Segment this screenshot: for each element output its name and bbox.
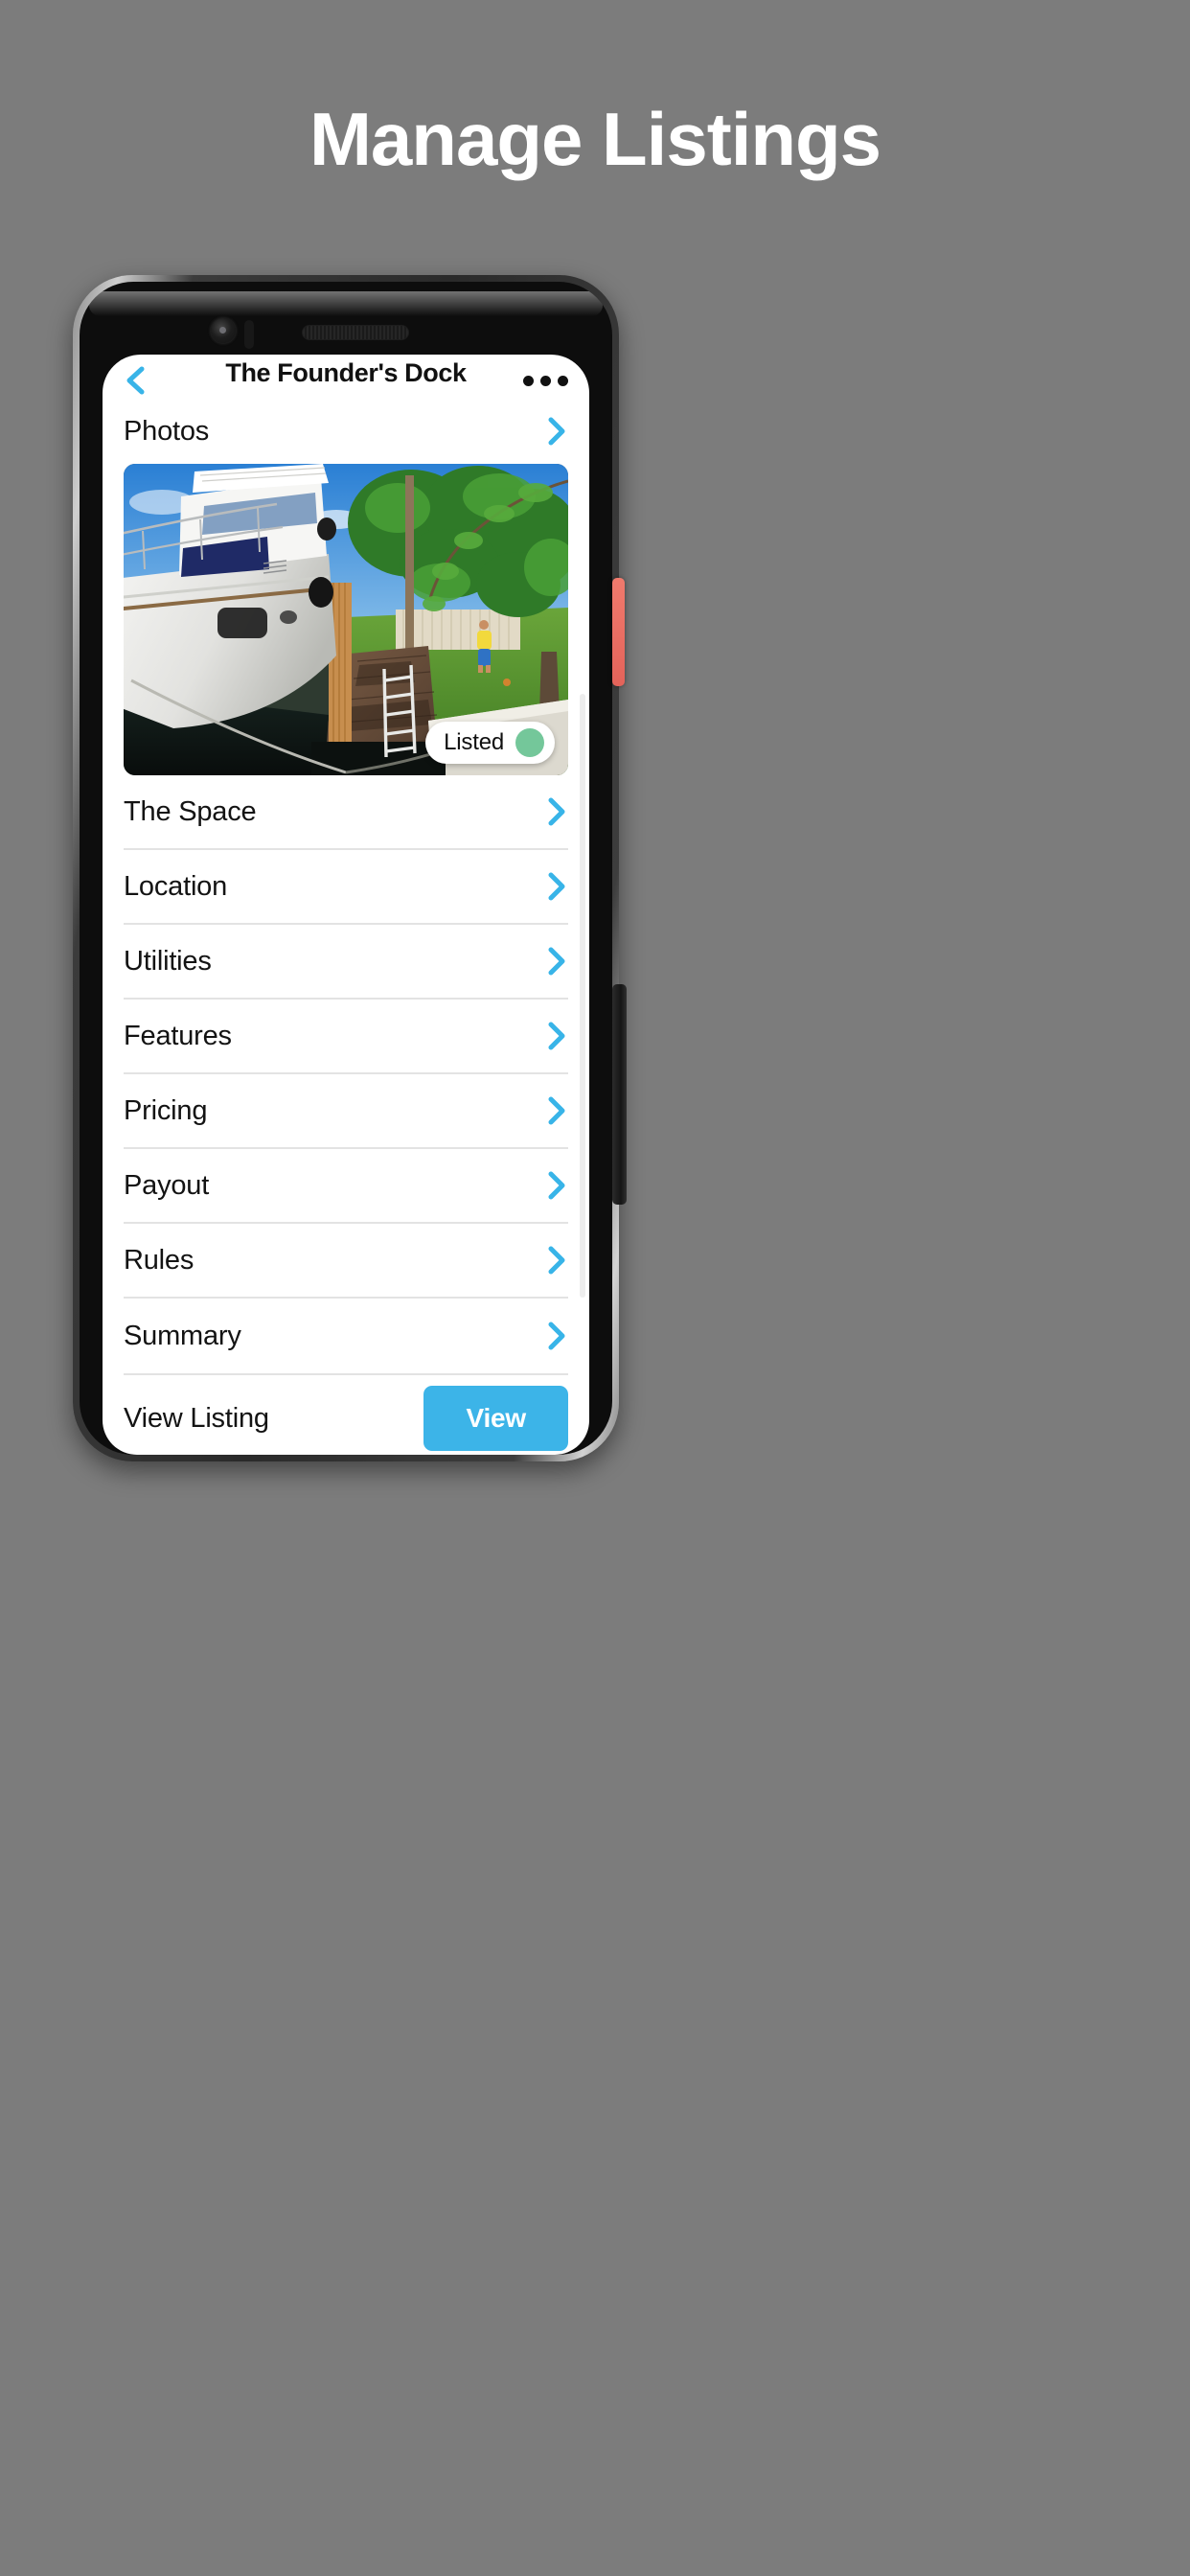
chevron-right-icon <box>543 1020 568 1052</box>
app-screen: The Founder's Dock Photos Listed The Spa… <box>103 355 589 1455</box>
view-button[interactable]: View <box>423 1386 568 1451</box>
page-title: Manage Listings <box>309 97 881 181</box>
section-rows: The Space Location Utilities Features Pr… <box>103 775 589 1373</box>
more-dot <box>523 375 534 386</box>
listing-photo[interactable]: Listed <box>124 464 568 775</box>
section-row-features[interactable]: Features <box>124 1000 568 1074</box>
app-header: The Founder's Dock <box>103 355 589 406</box>
chevron-right-icon <box>543 795 568 828</box>
chevron-right-icon <box>543 1244 568 1276</box>
view-listing-row: View Listing View <box>124 1373 568 1455</box>
section-label: Payout <box>124 1169 210 1201</box>
section-row-location[interactable]: Location <box>124 850 568 925</box>
section-label: Pricing <box>124 1094 208 1126</box>
section-label: Location <box>124 870 228 902</box>
section-row-payout[interactable]: Payout <box>124 1149 568 1224</box>
status-badge-label: Listed <box>444 729 504 755</box>
section-label: The Space <box>124 795 257 827</box>
status-badge: Listed <box>425 722 555 764</box>
section-label: Summary <box>124 1320 241 1351</box>
page-root: Manage Listings The Founder's Dock Photo… <box>0 0 1190 2576</box>
section-label-photos: Photos <box>124 415 210 447</box>
section-row-summary[interactable]: Summary <box>124 1299 568 1373</box>
listing-title: The Founder's Dock <box>225 358 467 387</box>
section-label: Rules <box>124 1244 195 1276</box>
chevron-left-icon[interactable] <box>124 364 149 397</box>
chevron-right-icon <box>543 870 568 903</box>
chevron-right-icon <box>543 1094 568 1127</box>
power-button[interactable] <box>612 984 627 1205</box>
phone-body: The Founder's Dock Photos Listed The Spa… <box>80 282 612 1455</box>
phone-mockup: The Founder's Dock Photos Listed The Spa… <box>73 275 1117 1461</box>
chevron-right-icon <box>543 1320 568 1352</box>
listing-sections-list: Photos Listed The Space Location Utiliti… <box>103 406 589 1455</box>
status-dot-icon <box>515 728 544 757</box>
side-accent-button[interactable] <box>612 578 625 686</box>
chevron-right-icon <box>543 1169 568 1202</box>
proximity-sensor-icon <box>244 320 254 349</box>
more-horizontal-icon[interactable] <box>523 375 568 386</box>
section-row-pricing[interactable]: Pricing <box>124 1074 568 1149</box>
chevron-right-icon <box>543 415 568 448</box>
chevron-right-icon <box>543 945 568 978</box>
earpiece-speaker-icon <box>302 325 409 340</box>
phone-gloss-highlight <box>89 291 603 316</box>
more-dot <box>540 375 551 386</box>
more-dot <box>558 375 568 386</box>
vertical-scrollbar[interactable] <box>580 694 585 1298</box>
camera-lens-icon <box>211 318 236 343</box>
section-row-utilities[interactable]: Utilities <box>124 925 568 1000</box>
section-row-the-space[interactable]: The Space <box>124 775 568 850</box>
section-label: Features <box>124 1020 232 1051</box>
section-row-rules[interactable]: Rules <box>124 1224 568 1299</box>
section-label: Utilities <box>124 945 212 977</box>
section-row-photos[interactable]: Photos <box>124 406 568 456</box>
view-listing-label: View Listing <box>124 1402 269 1434</box>
